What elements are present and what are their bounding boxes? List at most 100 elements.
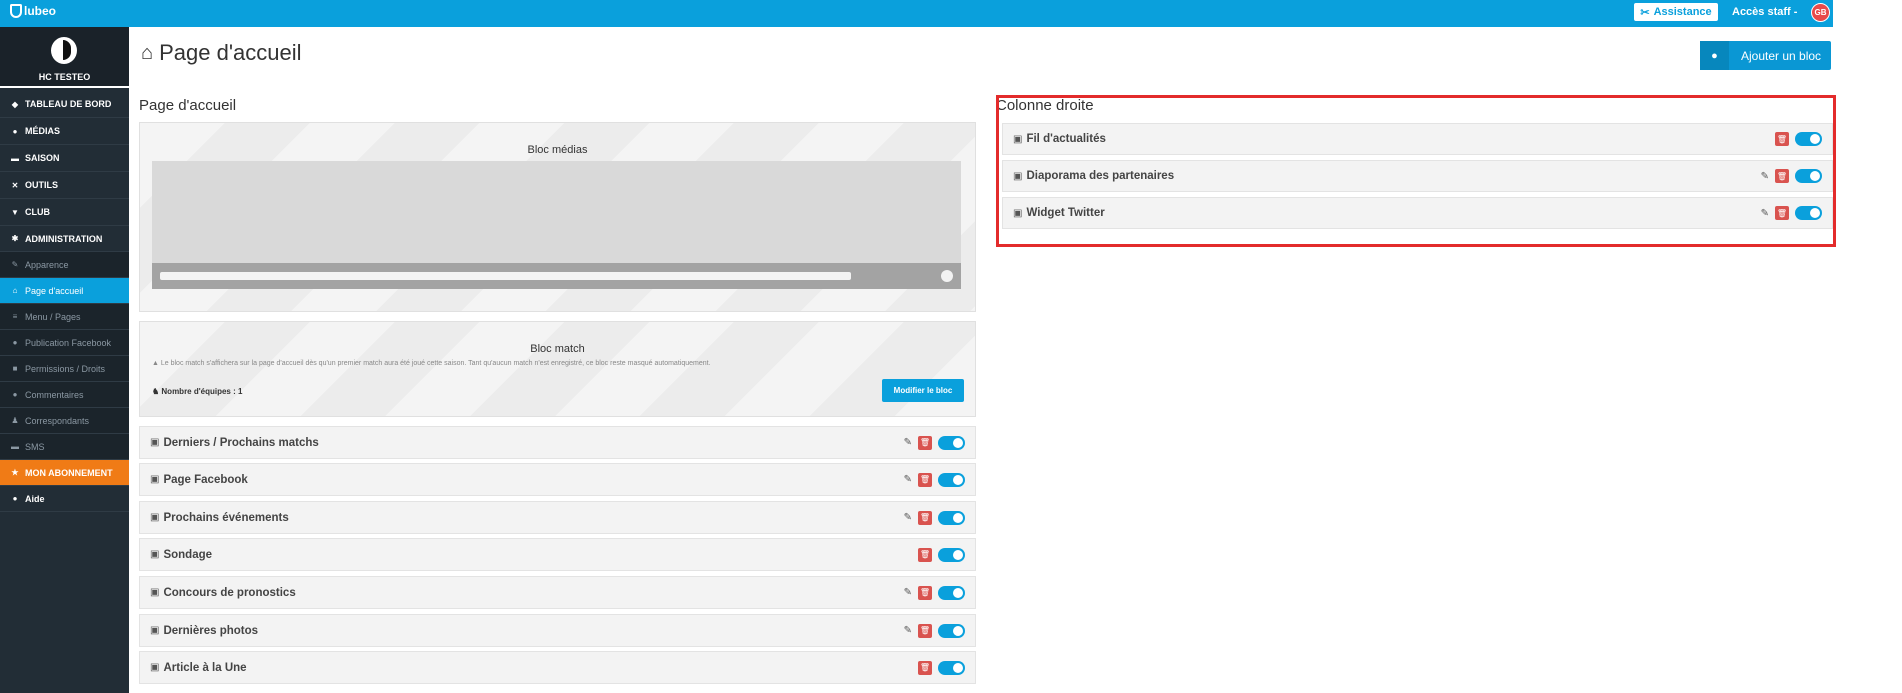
- sidebar-item-label: Permissions / Droits: [25, 363, 106, 374]
- sidebar-item-administration[interactable]: ✱ ADMINISTRATION: [0, 226, 129, 252]
- sidebar-item-outils[interactable]: ✕ OUTILS: [0, 172, 129, 199]
- sidebar-item-label: Aide: [25, 493, 45, 504]
- club-header[interactable]: HC TESTEO: [0, 27, 129, 88]
- menu-icon: ≡: [12, 312, 18, 321]
- sidebar-item-tableau-de-bord[interactable]: ◆ TABLEAU DE BORD: [0, 91, 129, 118]
- sidebar-item-label: ADMINISTRATION: [25, 233, 103, 244]
- staff-access-menu[interactable]: Accès staff -: [1732, 6, 1797, 18]
- sidebar-item-apparence[interactable]: ✎ Apparence: [0, 252, 129, 278]
- sidebar-item-saison[interactable]: ▬ SAISON: [0, 145, 129, 172]
- bloc-match-title: Bloc match: [530, 343, 585, 355]
- sidebar-item-permissions[interactable]: ■ Permissions / Droits: [0, 356, 129, 382]
- block-row: ▣ Derniers / Prochains matchs ✎ 🗑: [139, 426, 976, 459]
- block-name: Dernières photos: [163, 624, 259, 637]
- team-icon: ♞: [152, 387, 162, 396]
- sidebar-item-aide[interactable]: ● Aide: [0, 486, 129, 512]
- block-icon: ▣: [150, 625, 160, 636]
- tools-icon: ✂: [1640, 6, 1650, 19]
- bloc-match[interactable]: Bloc match ▲ Le bloc match s'affichera s…: [139, 321, 976, 417]
- toggle-switch[interactable]: [938, 585, 965, 600]
- sidebar-item-label: Publication Facebook: [25, 337, 112, 348]
- block-row: ▣ Dernières photos ✎ 🗑: [139, 614, 976, 647]
- toggle-switch[interactable]: [938, 623, 965, 638]
- sidebar-item-club[interactable]: ▼ CLUB: [0, 199, 129, 226]
- sidebar-item-medias[interactable]: ● MÉDIAS: [0, 118, 129, 145]
- toggle-switch[interactable]: [938, 472, 965, 487]
- media-progress-track[interactable]: [160, 272, 851, 280]
- page-title-text: Page d'accueil: [159, 40, 302, 65]
- sidebar-item-sms[interactable]: ▬ SMS: [0, 434, 129, 460]
- sidebar-item-mon-abonnement[interactable]: ★ MON ABONNEMENT: [0, 460, 129, 486]
- block-name: Prochains événements: [163, 511, 289, 524]
- delete-button[interactable]: 🗑: [918, 623, 932, 638]
- bloc-medias[interactable]: Bloc médias: [139, 122, 976, 312]
- sms-icon: ▬: [11, 442, 19, 451]
- delete-button[interactable]: 🗑: [918, 435, 932, 450]
- home-icon: ⌂: [141, 41, 154, 64]
- block-icon: ▣: [150, 437, 160, 448]
- lock-icon: ■: [12, 364, 18, 373]
- tools-icon: ✕: [11, 180, 19, 190]
- edit-icon[interactable]: ✎: [904, 474, 912, 485]
- plus-icon: ●: [1700, 41, 1729, 70]
- delete-button[interactable]: 🗑: [918, 472, 932, 487]
- dashboard-icon: ◆: [11, 99, 19, 109]
- highlight-frame: [996, 95, 1836, 247]
- sidebar-item-publication-facebook[interactable]: ● Publication Facebook: [0, 330, 129, 356]
- delete-button[interactable]: 🗑: [918, 510, 932, 525]
- delete-button[interactable]: 🗑: [918, 660, 932, 675]
- calendar-icon: ▬: [11, 153, 19, 163]
- sidebar-item-label: Correspondants: [25, 415, 90, 426]
- page-title: ⌂ Page d'accueil: [141, 40, 302, 66]
- bloc-medias-title: Bloc médias: [527, 144, 588, 156]
- warning-icon: ▲: [152, 360, 161, 367]
- sidebar-item-page-accueil[interactable]: ⌂ Page d'accueil: [0, 278, 129, 304]
- add-block-button[interactable]: ● Ajouter un bloc: [1700, 41, 1831, 70]
- delete-button[interactable]: 🗑: [918, 547, 932, 562]
- sidebar-item-label: SMS: [25, 441, 45, 452]
- toggle-switch[interactable]: [938, 510, 965, 525]
- user-avatar[interactable]: GB: [1811, 3, 1830, 22]
- gear-icon: ✱: [11, 234, 19, 243]
- toggle-switch[interactable]: [938, 547, 965, 562]
- sidebar-item-label: Page d'accueil: [25, 285, 84, 296]
- logo-shield-icon: [10, 4, 22, 18]
- left-column-title: Page d'accueil: [139, 97, 237, 114]
- block-icon: ▣: [150, 587, 160, 598]
- block-name: Derniers / Prochains matchs: [163, 436, 319, 449]
- top-bar: lubeo ✂ Assistance Accès staff - GB: [0, 0, 1833, 27]
- block-icon: ▣: [150, 549, 160, 560]
- sidebar-item-menu-pages[interactable]: ≡ Menu / Pages: [0, 304, 129, 330]
- modify-bloc-button[interactable]: Modifier le bloc: [882, 379, 964, 402]
- assistance-button[interactable]: ✂ Assistance: [1634, 3, 1718, 21]
- add-block-label: Ajouter un bloc: [1741, 48, 1822, 63]
- edit-icon[interactable]: ✎: [904, 512, 912, 523]
- sidebar-item-label: MÉDIAS: [25, 126, 61, 136]
- toggle-switch[interactable]: [938, 660, 965, 675]
- delete-button[interactable]: 🗑: [918, 585, 932, 600]
- users-icon: ♟: [11, 416, 19, 425]
- sidebar-item-label: MON ABONNEMENT: [25, 467, 113, 478]
- logo-text: lubeo: [24, 4, 56, 18]
- brush-icon: ✎: [11, 260, 19, 269]
- club-name: HC TESTEO: [38, 72, 91, 82]
- sidebar-item-label: Apparence: [25, 259, 69, 270]
- block-icon: ▣: [150, 474, 160, 485]
- home-icon: ⌂: [12, 286, 18, 295]
- edit-icon[interactable]: ✎: [904, 437, 912, 448]
- bloc-match-teams: ♞ Nombre d'équipes : 1: [152, 387, 243, 396]
- sidebar-item-commentaires[interactable]: ● Commentaires: [0, 382, 129, 408]
- clubeo-logo[interactable]: lubeo: [10, 4, 56, 18]
- block-name: Concours de pronostics: [163, 586, 296, 599]
- block-icon: ▣: [150, 512, 160, 523]
- edit-icon[interactable]: ✎: [904, 625, 912, 636]
- sidebar-item-correspondants[interactable]: ♟ Correspondants: [0, 408, 129, 434]
- edit-icon[interactable]: ✎: [904, 587, 912, 598]
- media-knob[interactable]: [941, 270, 953, 282]
- sidebar-item-label: CLUB: [25, 207, 50, 217]
- club-crest-icon: [51, 37, 77, 64]
- toggle-switch[interactable]: [938, 435, 965, 450]
- help-icon: ●: [12, 494, 18, 503]
- camera-icon: ●: [12, 126, 18, 136]
- block-row: ▣ Prochains événements ✎ 🗑: [139, 501, 976, 534]
